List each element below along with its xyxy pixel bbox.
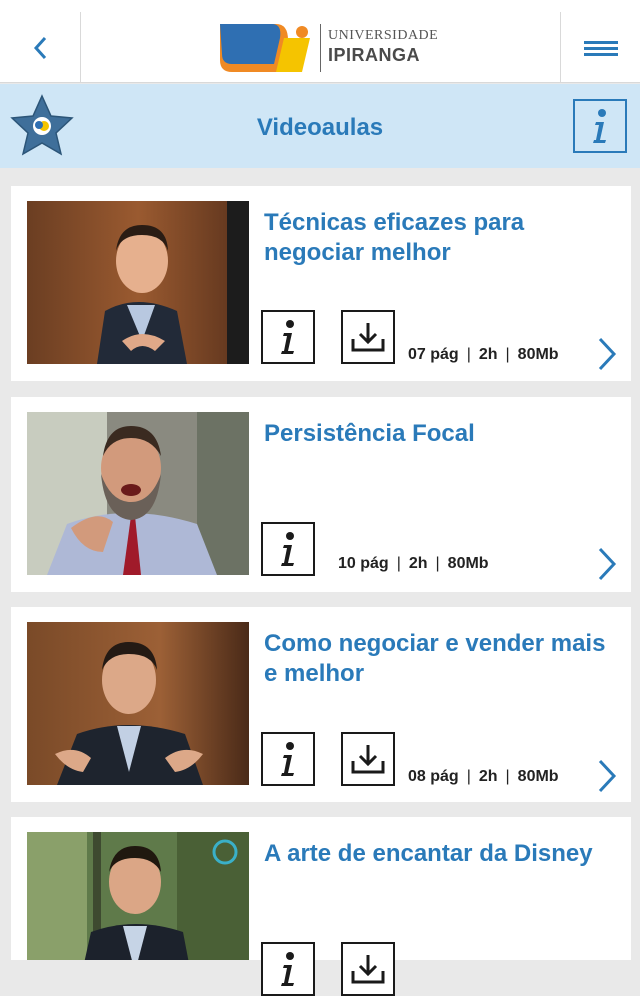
chevron-left-icon — [33, 36, 47, 59]
menu-button[interactable] — [560, 12, 640, 83]
download-button[interactable] — [341, 942, 395, 996]
file-size: 80Mb — [447, 555, 489, 572]
video-thumbnail[interactable] — [27, 201, 249, 364]
video-meta: 08 pág | 2h | 80Mb — [408, 768, 559, 785]
info-icon — [281, 742, 294, 776]
chevron-right-icon[interactable] — [596, 546, 618, 582]
info-icon — [281, 532, 294, 566]
university-logo: UNIVERSIDADE IPIRANGA — [218, 20, 438, 76]
video-thumbnail[interactable] — [27, 832, 249, 960]
download-icon — [351, 745, 385, 774]
video-card[interactable]: Persistência Focal 10 pág | 2h | 80Mb — [11, 397, 631, 592]
download-icon — [351, 955, 385, 984]
video-card[interactable]: Técnicas eficazes para negociar melhor 0… — [11, 186, 631, 381]
logo-text-ipiranga: IPIRANGA — [328, 45, 421, 65]
video-title[interactable]: A arte de encantar da Disney — [264, 839, 624, 869]
info-button[interactable] — [261, 522, 315, 576]
page-count: 10 pág — [338, 555, 389, 572]
video-card[interactable]: A arte de encantar da Disney — [11, 817, 631, 996]
file-size: 80Mb — [517, 768, 559, 785]
download-icon — [351, 323, 385, 352]
page-count: 07 pág — [408, 346, 459, 363]
video-card[interactable]: Como negociar e vender mais e melhor 08 … — [11, 607, 631, 802]
chevron-right-icon[interactable] — [596, 758, 618, 794]
page-count: 08 pág — [408, 768, 459, 785]
info-icon — [593, 109, 606, 143]
file-size: 80Mb — [517, 346, 559, 363]
hamburger-menu-icon — [583, 40, 618, 56]
back-button[interactable] — [0, 12, 81, 83]
page-info-button[interactable] — [573, 99, 627, 153]
title-bar: Videoaulas — [0, 84, 640, 168]
download-button[interactable] — [341, 310, 395, 364]
info-button[interactable] — [261, 942, 315, 996]
info-icon — [281, 952, 294, 986]
logo-divider — [320, 24, 321, 72]
info-button[interactable] — [261, 310, 315, 364]
info-button[interactable] — [261, 732, 315, 786]
video-title[interactable]: Persistência Focal — [264, 419, 624, 449]
duration: 2h — [478, 346, 498, 363]
app-header: UNIVERSIDADE IPIRANGA — [0, 0, 640, 83]
video-meta: 07 pág | 2h | 80Mb — [408, 346, 559, 363]
video-title[interactable]: Técnicas eficazes para negociar melhor — [264, 208, 624, 268]
video-thumbnail[interactable] — [27, 622, 249, 785]
logo-text-university: UNIVERSIDADE — [328, 28, 439, 43]
page-title: Videoaulas — [256, 114, 384, 141]
duration: 2h — [478, 768, 498, 785]
info-icon — [281, 320, 294, 354]
duration: 2h — [408, 555, 428, 572]
download-button[interactable] — [341, 732, 395, 786]
logo-mark-icon — [220, 24, 310, 72]
video-title[interactable]: Como negociar e vender mais e melhor — [264, 629, 624, 689]
video-meta: 10 pág | 2h | 80Mb — [338, 555, 489, 572]
video-thumbnail[interactable] — [27, 412, 249, 575]
chevron-right-icon[interactable] — [596, 336, 618, 372]
